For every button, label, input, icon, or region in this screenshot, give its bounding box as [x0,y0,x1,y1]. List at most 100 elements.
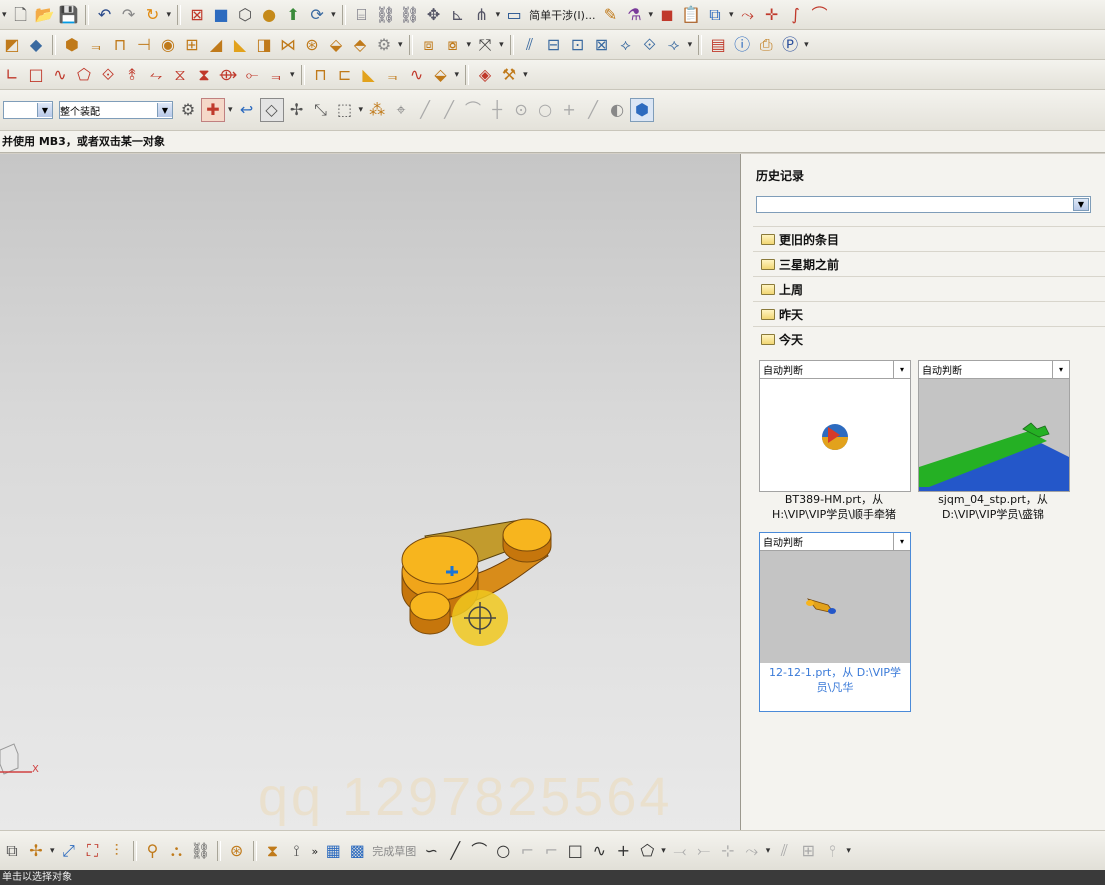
dropdown-arrow-icon[interactable]: ▾ [661,846,666,856]
sketch-name-icon[interactable]: ▦ [322,840,344,862]
sketch-constraint-icon[interactable]: ⧉ [1,840,23,862]
sketch-dimension-icon[interactable]: ✢ [25,840,47,862]
surface-extension-icon[interactable]: ⊠ [591,34,613,56]
offset-curve-icon[interactable]: ⟐ [97,64,119,86]
dropdown-arrow-icon[interactable]: ▾ [228,105,233,115]
edit-parameters-icon[interactable]: ⊏ [334,64,356,86]
select-feature-icon[interactable]: ◇ [259,98,284,122]
card-thumbnail[interactable] [919,379,1069,491]
unite-icon[interactable]: ⧈ [418,34,440,56]
dropdown-arrow-icon[interactable]: ▾ [523,70,528,80]
measure-icon[interactable]: ⚒ [498,64,520,86]
feature-offset-icon[interactable]: ⬙ [325,34,347,56]
select-edge-icon[interactable]: ⤡ [310,99,332,121]
datum-axis-icon[interactable]: ⤧ [474,34,496,56]
print-icon[interactable]: ⎙ [755,34,777,56]
chevron-down-icon[interactable]: ▼ [157,103,172,117]
rectangle-tool-icon[interactable]: □ [25,64,47,86]
snap-quadrant-icon[interactable]: ○ [534,99,556,121]
dropdown-arrow-icon[interactable]: ▾ [499,40,504,50]
save-icon[interactable]: 💾 [58,4,80,26]
toolbar-overflow-icon[interactable]: » [312,845,319,858]
history-group-yesterday[interactable]: 昨天 [753,301,1105,326]
feature-chamfer-icon[interactable]: ◢ [205,34,227,56]
edit-groove-icon[interactable]: ⫬ [382,64,404,86]
project-curve-icon[interactable]: ⥉ [121,64,143,86]
polygon-tool-icon[interactable]: ⬠ [636,840,658,862]
chevron-down-icon[interactable]: ▾ [893,361,910,378]
assembly-navigator-icon[interactable]: ⌸ [351,4,373,26]
snap-existing-point-icon[interactable]: + [558,99,580,121]
view-triad[interactable] [0,743,32,775]
feature-blend-icon[interactable]: ◣ [229,34,251,56]
snap-on-curve-icon[interactable]: ╱ [582,99,604,121]
select-face-icon[interactable]: ✢ [286,99,308,121]
card-mode-selector[interactable]: 自动判断 ▾ [919,361,1069,379]
undo-selection-icon[interactable]: ↩ [236,99,258,121]
feature-slot-icon[interactable]: ⫬ [85,34,107,56]
dropdown-arrow-icon[interactable]: ▾ [496,10,501,20]
simple-interference-button[interactable]: 简单干涉(I)... [529,7,595,23]
undo-icon[interactable]: ↶ [94,4,116,26]
surface-through-curves-icon[interactable]: ⫽ [519,34,541,56]
feature-rib-icon[interactable]: ⊞ [181,34,203,56]
select-icon[interactable]: ⚙ [177,99,199,121]
auto-constrain-icon[interactable]: ⫶ [106,840,128,862]
feature-draft-icon[interactable]: ⬘ [349,34,371,56]
nc-program-icon[interactable]: Ⓟ [779,34,801,56]
spline-icon[interactable]: ∫ [785,4,807,26]
feature-pad-icon[interactable]: ⬢ [61,34,83,56]
pattern-curve-icon[interactable]: ⊞ [797,840,819,862]
dropdown-arrow-icon[interactable]: ▾ [804,40,809,50]
explode-icon[interactable]: ⋔ [471,4,493,26]
subtract-icon[interactable]: ⧇ [442,34,464,56]
dropdown-arrow-icon[interactable]: ▾ [2,10,7,20]
dropdown-arrow-icon[interactable]: ▾ [455,70,460,80]
show-constraints-icon[interactable]: ⛶ [82,840,104,862]
assembly-filter-combo[interactable]: 整个装配 ▼ [59,101,173,119]
snap-line-icon[interactable]: ╱ [414,99,436,121]
line-tool-icon[interactable]: ╱ [444,840,466,862]
graphics-viewport[interactable]: X qq 1297825564 [0,154,740,830]
type-filter-combo[interactable]: ▼ [3,101,53,119]
feature-pattern-icon[interactable]: ⚙ [373,34,395,56]
finish-sketch-button[interactable]: 完成草图 [372,843,416,859]
feature-hole-icon[interactable]: ◉ [157,34,179,56]
add-component-icon[interactable]: ⛓ [375,4,397,26]
surface-ruled-icon[interactable]: ⟐ [639,34,661,56]
extract-curve-icon[interactable]: ⟜ [241,64,263,86]
snap-pole-icon[interactable]: ⬢ [630,98,655,122]
profile-tool-icon[interactable]: ∽ [420,840,442,862]
analysis-icon[interactable]: ◈ [474,64,496,86]
snap-center-icon[interactable]: ⊙ [510,99,532,121]
finish-sketch-icon[interactable]: ▩ [346,840,368,862]
feature-dart-icon[interactable]: ⊣ [133,34,155,56]
wrap-curve-icon[interactable]: ⧖ [169,64,191,86]
surface-sweep-icon[interactable]: ⊡ [567,34,589,56]
quick-extend-icon[interactable]: ⤚ [693,840,715,862]
feature-pocket-icon[interactable]: ◩ [1,34,23,56]
repeat-command-icon[interactable]: ↻ [142,4,164,26]
surface-offset-icon[interactable]: ⟢ [663,34,685,56]
dropdown-arrow-icon[interactable]: ▾ [290,70,295,80]
studio-spline-icon[interactable]: ∿ [588,840,610,862]
surface-bridge-icon[interactable]: ⟡ [615,34,637,56]
rectangle-select-icon[interactable]: ⬚ [334,99,356,121]
move-component-icon[interactable]: ✥ [423,4,445,26]
new-file-icon[interactable]: 🗋 [10,4,32,26]
quick-trim-icon[interactable]: ⤙ [669,840,691,862]
constraint-icon[interactable]: ⊾ [447,4,469,26]
bridge-curve-icon[interactable]: ⧗ [193,64,215,86]
dropdown-arrow-icon[interactable]: ▾ [648,10,653,20]
chevron-down-icon[interactable]: ▾ [1052,361,1069,378]
relations-icon[interactable]: ⧗ [262,840,284,862]
edit-spline-icon[interactable]: ∿ [406,64,428,86]
circle-tool-icon[interactable]: ○ [492,840,514,862]
dropdown-arrow-icon[interactable]: ▾ [766,846,771,856]
chevron-down-icon[interactable]: ▾ [893,533,910,550]
edit-surface-icon[interactable]: ⬙ [430,64,452,86]
shaded-view-icon[interactable]: ■ [210,4,232,26]
edit-feature-icon[interactable]: ◣ [358,64,380,86]
studio-spline-icon[interactable]: ∿ [49,64,71,86]
snap-intersection-icon[interactable]: ┼ [486,99,508,121]
